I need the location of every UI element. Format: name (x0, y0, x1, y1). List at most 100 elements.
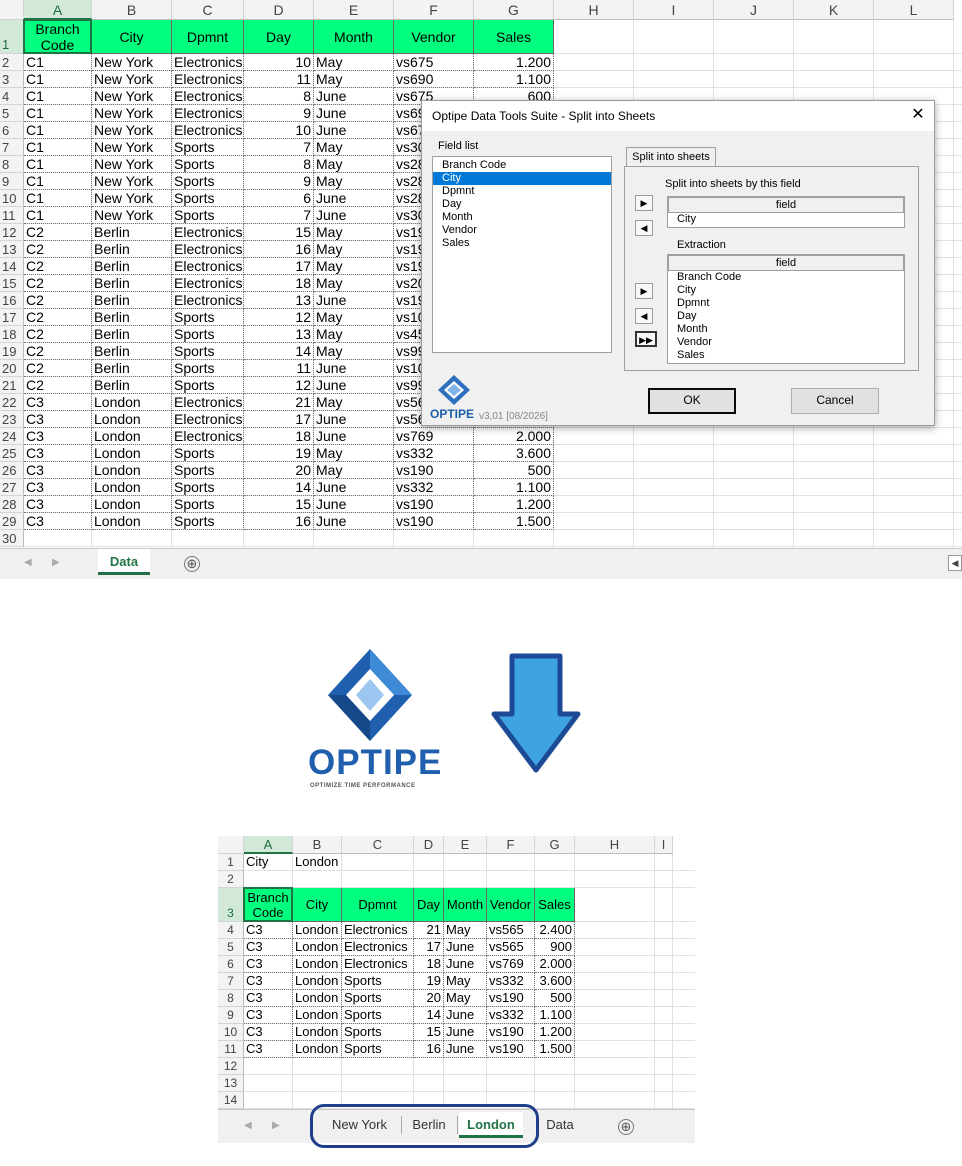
table-cell[interactable]: 9 (244, 173, 314, 190)
table-cell[interactable]: June (314, 496, 394, 513)
table-cell[interactable]: C1 (24, 156, 92, 173)
table-cell[interactable]: Sports (172, 190, 244, 207)
table-cell[interactable]: C1 (24, 190, 92, 207)
table-cell[interactable]: Berlin (92, 258, 172, 275)
table-cell[interactable]: June (444, 1024, 487, 1041)
row-header[interactable]: 17 (0, 309, 24, 326)
table-cell[interactable]: 6 (244, 190, 314, 207)
table-cell[interactable]: 3.600 (474, 445, 554, 462)
table-cell[interactable]: 8 (244, 88, 314, 105)
row-header[interactable]: 14 (218, 1092, 244, 1109)
column-header-i[interactable]: I (655, 836, 673, 854)
row-header[interactable]: 11 (0, 207, 24, 224)
row-header[interactable]: 24 (0, 428, 24, 445)
row-header[interactable]: 11 (218, 1041, 244, 1058)
column-header-f[interactable]: F (394, 0, 474, 20)
table-cell[interactable]: Sports (172, 462, 244, 479)
table-cell[interactable]: June (314, 360, 394, 377)
row-header[interactable]: 7 (218, 973, 244, 990)
table-cell[interactable]: 2.400 (535, 922, 575, 939)
table-cell[interactable]: 1.100 (474, 71, 554, 88)
nav-left-icon[interactable]: ◀ (24, 557, 32, 568)
remove-extraction-button[interactable]: ◀ (635, 308, 653, 324)
table-cell[interactable]: vs565 (487, 939, 535, 956)
remove-split-field-button[interactable]: ◀ (635, 220, 653, 236)
field-list-item[interactable]: City (433, 172, 611, 185)
table-cell[interactable]: London (92, 411, 172, 428)
table-cell[interactable]: New York (92, 54, 172, 71)
row-header[interactable]: 10 (0, 190, 24, 207)
table-cell[interactable]: June (314, 411, 394, 428)
table-cell[interactable]: C3 (24, 479, 92, 496)
header-cell[interactable]: Sales (535, 888, 575, 922)
table-cell[interactable]: vs190 (394, 462, 474, 479)
header-cell[interactable]: Day (244, 20, 314, 54)
table-cell[interactable]: C3 (244, 939, 293, 956)
column-header-e[interactable]: E (314, 0, 394, 20)
table-cell[interactable]: June (314, 513, 394, 530)
column-header-c[interactable]: C (172, 0, 244, 20)
cancel-button[interactable]: Cancel (791, 388, 879, 414)
table-cell[interactable]: Sports (172, 156, 244, 173)
table-cell[interactable]: vs769 (487, 956, 535, 973)
row-header[interactable]: 12 (218, 1058, 244, 1075)
table-cell[interactable]: 3.600 (535, 973, 575, 990)
table-cell[interactable]: Sports (172, 326, 244, 343)
close-icon[interactable]: ✕ (908, 105, 928, 125)
field-list[interactable]: Branch Code City Dpmnt Day Month Vendor Sales (432, 156, 612, 353)
table-cell[interactable]: June (314, 190, 394, 207)
column-header-g[interactable]: G (474, 0, 554, 20)
table-cell[interactable]: Sports (172, 377, 244, 394)
column-header-a[interactable]: A (24, 0, 92, 20)
table-cell[interactable]: London (293, 990, 342, 1007)
table-cell[interactable]: Electronics (172, 54, 244, 71)
table-cell[interactable]: Electronics (172, 88, 244, 105)
table-cell[interactable]: Sports (342, 1007, 414, 1024)
extraction-list-item[interactable]: Day (668, 310, 904, 323)
table-cell[interactable]: London (92, 513, 172, 530)
table-cell[interactable]: New York (92, 173, 172, 190)
table-cell[interactable]: London (293, 939, 342, 956)
table-cell[interactable]: London (92, 428, 172, 445)
field-list-item[interactable]: Branch Code (433, 159, 611, 172)
table-cell[interactable]: 21 (414, 922, 444, 939)
table-cell[interactable]: C2 (24, 224, 92, 241)
table-cell[interactable]: London (92, 462, 172, 479)
row-header[interactable]: 23 (0, 411, 24, 428)
table-cell[interactable]: vs190 (487, 990, 535, 1007)
table-cell[interactable]: Sports (172, 309, 244, 326)
row-header[interactable]: 2 (218, 871, 244, 888)
table-cell[interactable]: May (444, 990, 487, 1007)
table-cell[interactable]: London (293, 1041, 342, 1058)
table-cell[interactable]: Sports (172, 207, 244, 224)
table-cell[interactable]: 2.000 (535, 956, 575, 973)
table-cell[interactable]: 19 (244, 445, 314, 462)
table-cell[interactable]: London (92, 445, 172, 462)
table-cell[interactable]: 13 (244, 292, 314, 309)
table-cell[interactable]: 500 (474, 462, 554, 479)
table-cell[interactable]: Electronics (172, 258, 244, 275)
table-cell[interactable]: London (293, 1007, 342, 1024)
table-cell[interactable]: vs332 (394, 445, 474, 462)
column-header-b[interactable]: B (92, 0, 172, 20)
table-cell[interactable]: May (314, 275, 394, 292)
row-header[interactable]: 3 (0, 71, 24, 88)
column-header-b[interactable]: B (293, 836, 342, 854)
split-field-box[interactable]: field City (667, 196, 905, 228)
tab-data[interactable]: Data (536, 1112, 584, 1138)
table-cell[interactable]: May (314, 156, 394, 173)
table-cell[interactable]: 18 (414, 956, 444, 973)
header-cell[interactable]: Vendor (487, 888, 535, 922)
nav-left-icon[interactable]: ◀ (244, 1120, 252, 1131)
table-cell[interactable]: 11 (244, 360, 314, 377)
table-cell[interactable]: New York (92, 88, 172, 105)
row-header[interactable]: 13 (0, 241, 24, 258)
table-cell[interactable]: London (92, 479, 172, 496)
table-cell[interactable]: Sports (342, 1024, 414, 1041)
row-header[interactable]: 9 (218, 1007, 244, 1024)
row-header[interactable]: 15 (0, 275, 24, 292)
table-cell[interactable]: 17 (244, 411, 314, 428)
header-cell[interactable]: Sales (474, 20, 554, 54)
table-cell[interactable]: Electronics (172, 105, 244, 122)
row-header[interactable]: 25 (0, 445, 24, 462)
